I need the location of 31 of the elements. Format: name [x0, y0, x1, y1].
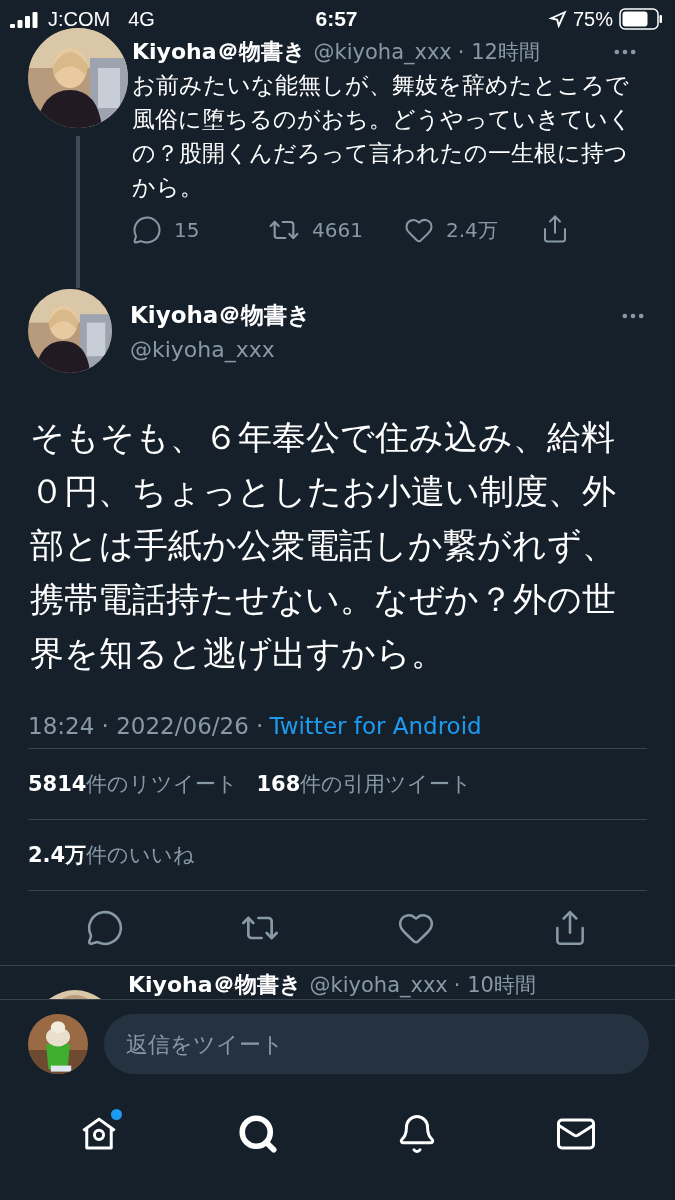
tweet-time: · 10時間 — [453, 972, 536, 999]
reply-field[interactable]: 返信をツイート — [104, 1014, 649, 1074]
like-count: 2.4万 — [446, 216, 498, 244]
source-link[interactable]: Twitter for Android — [269, 713, 482, 739]
stat-label: 件のいいね — [86, 842, 196, 869]
stat-label: 件のリツイート — [86, 771, 239, 798]
stat-count: 5814 — [28, 772, 87, 796]
tweet-timestamp: 18:24 · 2022/06/26 · — [28, 713, 264, 739]
author-handle: @kiyoha_xxx — [313, 40, 452, 64]
stat-count: 2.4万 — [28, 842, 87, 869]
carrier-name: J:COM — [48, 7, 111, 31]
clock: 6:57 — [315, 7, 358, 30]
signal-icon — [10, 10, 40, 28]
location-icon — [548, 10, 567, 28]
author-name: Kiyoha＠物書き — [128, 971, 302, 999]
reply-icon[interactable] — [86, 909, 125, 947]
tweet-time: · 12時間 — [457, 39, 540, 66]
tweet-text: お前みたいな能無しが、舞妓を辞めたところで風俗に堕ちるのがおち。どうやっていきていくの？股開くんだろって言われたの一生根に持つから。 — [132, 71, 633, 202]
battery-icon — [619, 8, 663, 30]
author-handle: @kiyoha_xxx — [130, 337, 276, 362]
tweet-text: そもそも、６年奉公で住み込み、給料０円、ちょっとしたお小遣い制度、外部とは手紙か公衆電話しか繋がれず、携帯電話持たせない。なぜか？外の世界を知ると逃げ出すから。 — [30, 416, 617, 675]
retweet-count: 4661 — [312, 218, 363, 242]
author-name: Kiyoha＠物書き — [130, 301, 313, 330]
battery-percent: 75% — [572, 7, 613, 31]
network-type: 4G — [128, 7, 155, 31]
reply-count: 15 — [174, 218, 200, 242]
stat-label: 件の引用ツイート — [300, 771, 473, 798]
author-handle: @kiyoha_xxx — [309, 973, 448, 997]
reply-icon[interactable] — [132, 215, 162, 245]
author-name: Kiyoha＠物書き — [132, 38, 306, 66]
stat-count: 168 — [256, 772, 301, 796]
